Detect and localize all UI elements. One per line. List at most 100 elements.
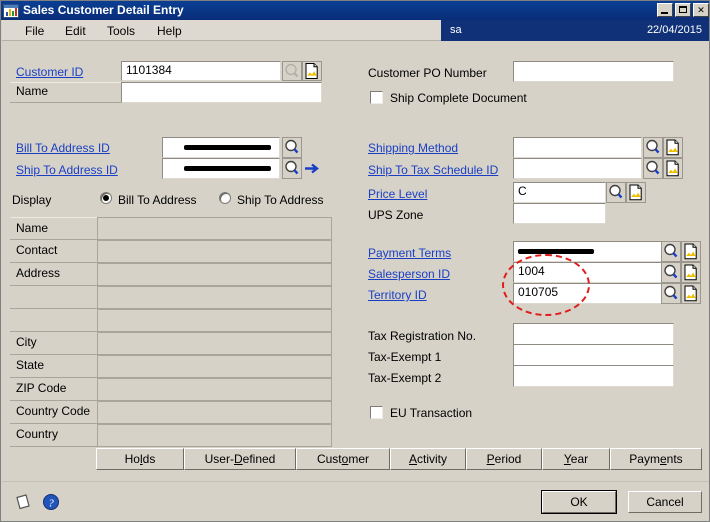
territory-id-label[interactable]: Territory ID <box>368 288 427 302</box>
menu-item-file[interactable]: File <box>20 23 49 39</box>
addr-country-code-input[interactable] <box>97 401 332 424</box>
ship-to-tax-schedule-id-input[interactable] <box>513 158 642 179</box>
radio-bill-to-address-label[interactable]: Bill To Address <box>118 193 197 207</box>
payments-button-pre: Paym <box>629 452 660 466</box>
holds-button-post: ds <box>142 452 156 466</box>
shipping-method-note-button[interactable] <box>663 137 683 158</box>
addr-zip-input[interactable] <box>97 378 332 401</box>
ship-to-tax-schedule-id-lookup-button[interactable] <box>643 158 663 179</box>
magnifier-icon <box>285 139 299 154</box>
territory-id-lookup-button[interactable] <box>661 283 681 304</box>
price-level-label[interactable]: Price Level <box>368 187 427 201</box>
radio-ship-to-address-label[interactable]: Ship To Address <box>237 193 324 207</box>
year-button[interactable]: Year <box>542 448 610 470</box>
cancel-button[interactable]: Cancel <box>628 491 702 513</box>
salesperson-id-lookup-button[interactable] <box>661 262 681 283</box>
ship-to-address-id-label[interactable]: Ship To Address ID <box>16 163 118 177</box>
eu-transaction-label[interactable]: EU Transaction <box>390 406 472 420</box>
price-level-input[interactable]: C <box>513 182 606 203</box>
holds-button[interactable]: Holds <box>96 448 184 470</box>
price-level-note-button[interactable] <box>626 182 646 203</box>
payment-terms-redaction <box>518 249 594 254</box>
payment-terms-label[interactable]: Payment Terms <box>368 246 451 260</box>
customer-button[interactable]: Customer <box>296 448 390 470</box>
maximize-button[interactable] <box>675 3 691 17</box>
eu-transaction-checkbox[interactable] <box>370 406 383 419</box>
territory-id-note-button[interactable] <box>681 283 701 304</box>
addr-line2-input[interactable] <box>97 286 332 309</box>
tax-exempt-2-label: Tax-Exempt 2 <box>368 371 442 385</box>
customer-id-input[interactable]: 1101384 <box>121 61 281 81</box>
addr-name-input[interactable] <box>97 217 332 240</box>
customer-id-lookup-button[interactable] <box>282 61 302 81</box>
user-defined-button[interactable]: User-Defined <box>184 448 296 470</box>
ship-complete-document-checkbox[interactable] <box>370 91 383 104</box>
radio-ship-to-address[interactable] <box>219 192 231 204</box>
current-user: sa <box>450 24 462 36</box>
ship-to-address-goto-button[interactable] <box>303 159 322 178</box>
period-button[interactable]: Period <box>466 448 542 470</box>
form-canvas: Customer ID 1101384 Name Bill To Address… <box>2 41 709 481</box>
territory-id-input[interactable]: 010705 <box>513 283 663 304</box>
tax-registration-no-label: Tax Registration No. <box>368 329 477 343</box>
addr-line3-input[interactable] <box>97 309 332 332</box>
addr-address-label: Address <box>10 263 97 286</box>
note-icon <box>629 184 642 201</box>
ship-complete-document-label[interactable]: Ship Complete Document <box>390 91 527 105</box>
customer-id-label[interactable]: Customer ID <box>16 65 83 79</box>
shipping-method-lookup-button[interactable] <box>643 137 663 158</box>
display-label: Display <box>12 193 52 207</box>
ship-to-address-id-lookup-button[interactable] <box>282 158 302 179</box>
bill-to-address-id-lookup-button[interactable] <box>282 137 302 158</box>
help-button[interactable]: ? <box>41 492 61 512</box>
customer-po-number-input[interactable] <box>513 61 674 82</box>
ups-zone-input[interactable] <box>513 203 606 224</box>
addr-zip-label: ZIP Code <box>10 378 97 401</box>
ship-to-tax-schedule-id-label[interactable]: Ship To Tax Schedule ID <box>368 163 498 177</box>
magnifier-icon <box>664 243 678 258</box>
sales-customer-detail-entry-window: Sales Customer Detail Entry ✕ File Edit … <box>0 0 710 522</box>
tax-registration-no-input[interactable] <box>513 323 674 345</box>
activity-button[interactable]: Activity <box>390 448 466 470</box>
name-input[interactable] <box>121 82 322 103</box>
close-button[interactable]: ✕ <box>693 3 709 17</box>
tax-exempt-1-input[interactable] <box>513 344 674 366</box>
salesperson-id-label[interactable]: Salesperson ID <box>368 267 450 281</box>
bill-to-address-id-label[interactable]: Bill To Address ID <box>16 141 110 155</box>
ship-to-tax-schedule-id-note-button[interactable] <box>663 158 683 179</box>
addr-line2-label <box>10 286 97 309</box>
payment-terms-lookup-button[interactable] <box>661 241 681 262</box>
ups-zone-label: UPS Zone <box>368 208 424 222</box>
addr-country-input[interactable] <box>97 424 332 447</box>
tax-exempt-2-input[interactable] <box>513 365 674 387</box>
salesperson-id-input[interactable]: 1004 <box>513 262 663 283</box>
note-icon <box>684 285 697 302</box>
payment-terms-note-button[interactable] <box>681 241 701 262</box>
menu-item-tools[interactable]: Tools <box>102 23 140 39</box>
radio-bill-to-address[interactable] <box>100 192 112 204</box>
user-defined-button-accel: D <box>233 452 243 466</box>
title-bar: Sales Customer Detail Entry ✕ <box>1 1 709 20</box>
shipping-method-label[interactable]: Shipping Method <box>368 141 458 155</box>
year-button-accel: Y <box>563 452 571 466</box>
payments-button[interactable]: Payments <box>610 448 702 470</box>
ship-to-address-id-redaction <box>184 166 271 171</box>
bill-to-address-id-redaction <box>184 145 271 150</box>
menu-item-help[interactable]: Help <box>152 23 187 39</box>
shipping-method-input[interactable] <box>513 137 642 158</box>
menu-item-edit[interactable]: Edit <box>60 23 91 39</box>
salesperson-id-note-button[interactable] <box>681 262 701 283</box>
customer-id-note-button[interactable] <box>302 61 322 81</box>
ok-button[interactable]: OK <box>541 490 617 514</box>
addr-address-input[interactable] <box>97 263 332 286</box>
note-page-button[interactable] <box>13 492 33 512</box>
addr-contact-input[interactable] <box>97 240 332 263</box>
magnifier-icon <box>609 184 623 199</box>
year-button-post: ear <box>570 452 589 466</box>
addr-state-input[interactable] <box>97 355 332 378</box>
svg-text:?: ? <box>48 497 54 509</box>
addr-city-label: City <box>10 332 97 355</box>
price-level-lookup-button[interactable] <box>606 182 626 203</box>
minimize-button[interactable] <box>657 3 673 17</box>
addr-city-input[interactable] <box>97 332 332 355</box>
